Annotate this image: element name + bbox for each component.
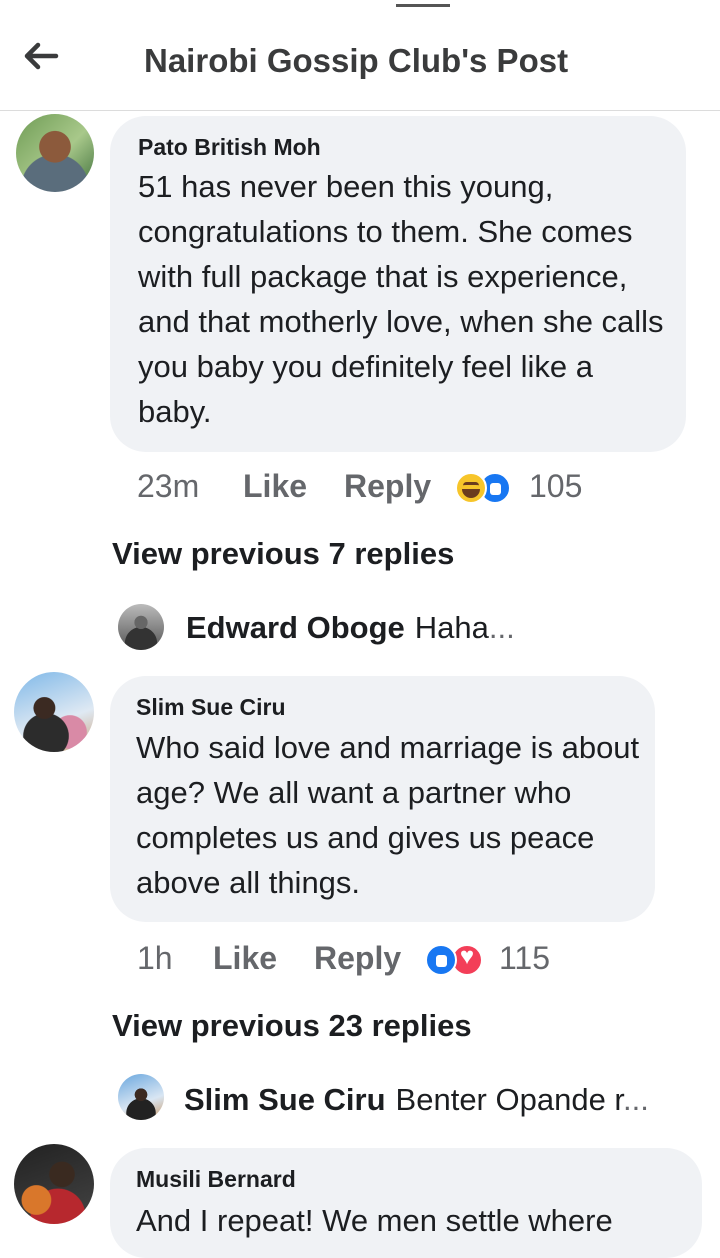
avatar (118, 1074, 164, 1120)
reaction-count[interactable]: 105 (529, 468, 582, 505)
reply-author: Edward Oboge (186, 610, 405, 645)
avatar[interactable] (14, 672, 94, 752)
reply-ellipsis: ... (623, 1082, 649, 1117)
reaction-count[interactable]: 115 (499, 940, 550, 977)
avatar (118, 604, 164, 650)
reply-button[interactable]: Reply (344, 468, 431, 505)
comment-author[interactable]: Slim Sue Ciru (136, 694, 286, 721)
comment-actions: 1h Like Reply 115 (137, 940, 577, 982)
view-previous-replies[interactable]: View previous 7 replies (112, 536, 454, 572)
haha-reaction-icon (455, 472, 487, 504)
comment-text: And I repeat! We men settle where (136, 1203, 613, 1238)
reply-text: Benter Opande r (395, 1082, 624, 1117)
post-header: Nairobi Gossip Club's Post (0, 10, 720, 111)
status-bar (0, 0, 720, 10)
avatar[interactable] (14, 1144, 94, 1224)
reply-ellipsis: ... (488, 610, 515, 645)
view-previous-replies[interactable]: View previous 23 replies (112, 1008, 472, 1044)
like-reaction-icon (425, 944, 457, 976)
like-button[interactable]: Like (213, 940, 277, 977)
comment-text: 51 has never been this young, congratula… (138, 169, 664, 429)
comment-text: Who said love and marriage is about age?… (136, 730, 640, 900)
comment-time: 1h (137, 940, 173, 976)
avatar[interactable] (16, 114, 94, 192)
page-title: Nairobi Gossip Club's Post (144, 42, 569, 79)
reply-author: Slim Sue Ciru (184, 1082, 386, 1117)
back-arrow-icon[interactable] (20, 36, 76, 76)
comment-actions: 23m Like Reply 105 (137, 468, 607, 510)
like-button[interactable]: Like (243, 468, 307, 505)
signal-icon (396, 0, 450, 7)
comment-author[interactable]: Musili Bernard (136, 1166, 296, 1193)
reply-text: Haha (414, 610, 489, 645)
reply-button[interactable]: Reply (314, 940, 401, 977)
comment-time: 23m (137, 468, 200, 504)
comment-author[interactable]: Pato British Moh (138, 134, 321, 161)
